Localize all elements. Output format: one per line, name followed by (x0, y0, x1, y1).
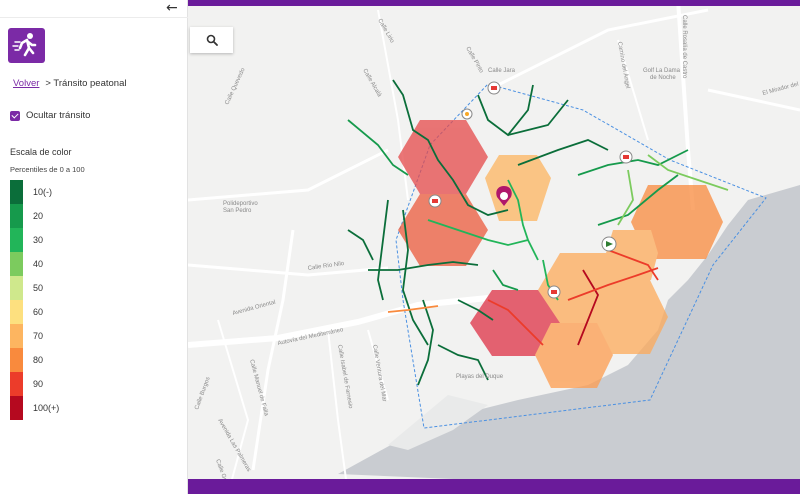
breadcrumb-current: > Tránsito peatonal (45, 78, 127, 89)
map-view[interactable]: Calle Lirio Calle Alcalá Calle Pinto Cal… (188, 0, 800, 494)
svg-text:Calle Pinto: Calle Pinto (464, 46, 484, 75)
legend-label: 50 (33, 283, 44, 293)
legend-label: 60 (33, 307, 44, 317)
svg-text:Golf La Dama: Golf La Dama (643, 68, 681, 74)
legend-swatch (10, 180, 23, 204)
checkbox[interactable] (10, 110, 20, 121)
hide-transit-toggle[interactable]: Ocultar tránsito (10, 110, 90, 121)
legend-item: 30 (10, 228, 59, 252)
legend-swatch (10, 204, 23, 228)
legend-item: 70 (10, 324, 59, 348)
legend-item: 20 (10, 204, 59, 228)
svg-text:Calle Jara: Calle Jara (488, 68, 516, 74)
legend-swatch (10, 372, 23, 396)
legend-swatch (10, 228, 23, 252)
legend-swatch (10, 348, 23, 372)
legend-swatch (10, 276, 23, 300)
back-link[interactable]: Volver (13, 78, 39, 89)
bottom-accent-bar (188, 479, 800, 494)
divider (0, 17, 188, 18)
hide-transit-label: Ocultar tránsito (26, 110, 91, 121)
svg-text:Calle Quevedo: Calle Quevedo (224, 67, 246, 106)
legend-swatch (10, 396, 23, 420)
svg-text:Calle Alcalá: Calle Alcalá (361, 68, 382, 99)
svg-text:Calle Burgos: Calle Burgos (194, 376, 211, 410)
legend-label: 40 (33, 259, 44, 269)
svg-text:San Pedro: San Pedro (223, 208, 252, 214)
search-button[interactable] (190, 27, 233, 53)
svg-text:de Noche: de Noche (650, 75, 676, 81)
breadcrumb: Volver > Tránsito peatonal (13, 78, 126, 89)
legend-swatch (10, 300, 23, 324)
legend-item: 100(+) (10, 396, 59, 420)
svg-text:Camino del Ángel: Camino del Ángel (616, 41, 631, 89)
legend-swatch (10, 252, 23, 276)
svg-text:Calle Ventura del Mar: Calle Ventura del Mar (371, 344, 387, 402)
legend-item: 90 (10, 372, 59, 396)
legend-item: 40 (10, 252, 59, 276)
color-legend: 10(-) 20 30 40 50 60 70 80 90 100(+) (10, 180, 59, 420)
legend-label: 30 (33, 235, 44, 245)
svg-text:Avenida Oriental: Avenida Oriental (232, 300, 276, 317)
legend-label: 10(-) (33, 187, 53, 197)
svg-text:Polideportivo: Polideportivo (223, 201, 258, 207)
arrow-left-icon[interactable]: ← (166, 1, 182, 15)
svg-text:Calle Isabel de Farnesio: Calle Isabel de Farnesio (336, 344, 353, 409)
legend-item: 10(-) (10, 180, 59, 204)
legend-label: 100(+) (33, 403, 60, 413)
legend-label: 70 (33, 331, 44, 341)
legend-label: 90 (33, 379, 44, 389)
legend-item: 80 (10, 348, 59, 372)
legend-item: 50 (10, 276, 59, 300)
scale-subtitle: Percentiles de 0 a 100 (10, 165, 85, 174)
search-icon (206, 34, 218, 46)
svg-text:Playas del Duque: Playas del Duque (456, 374, 504, 380)
legend-label: 80 (33, 355, 44, 365)
walking-person-icon (8, 28, 45, 63)
legend-item: 60 (10, 300, 59, 324)
svg-text:Calle Rosalía de Castro: Calle Rosalía de Castro (681, 15, 687, 79)
svg-text:Calle Lirio: Calle Lirio (376, 18, 395, 45)
top-accent-bar (188, 0, 800, 6)
sidebar-panel: ← Volver > Tránsito peatonal Ocultar trán… (0, 0, 188, 494)
legend-label: 20 (33, 211, 44, 221)
svg-text:El Mirador del Golf: El Mirador del Golf (762, 78, 800, 97)
legend-swatch (10, 324, 23, 348)
scale-title: Escala de color (10, 147, 72, 157)
svg-text:Calle Río Nilo: Calle Río Nilo (307, 261, 345, 272)
map-canvas: Calle Lirio Calle Alcalá Calle Pinto Cal… (188, 0, 800, 494)
